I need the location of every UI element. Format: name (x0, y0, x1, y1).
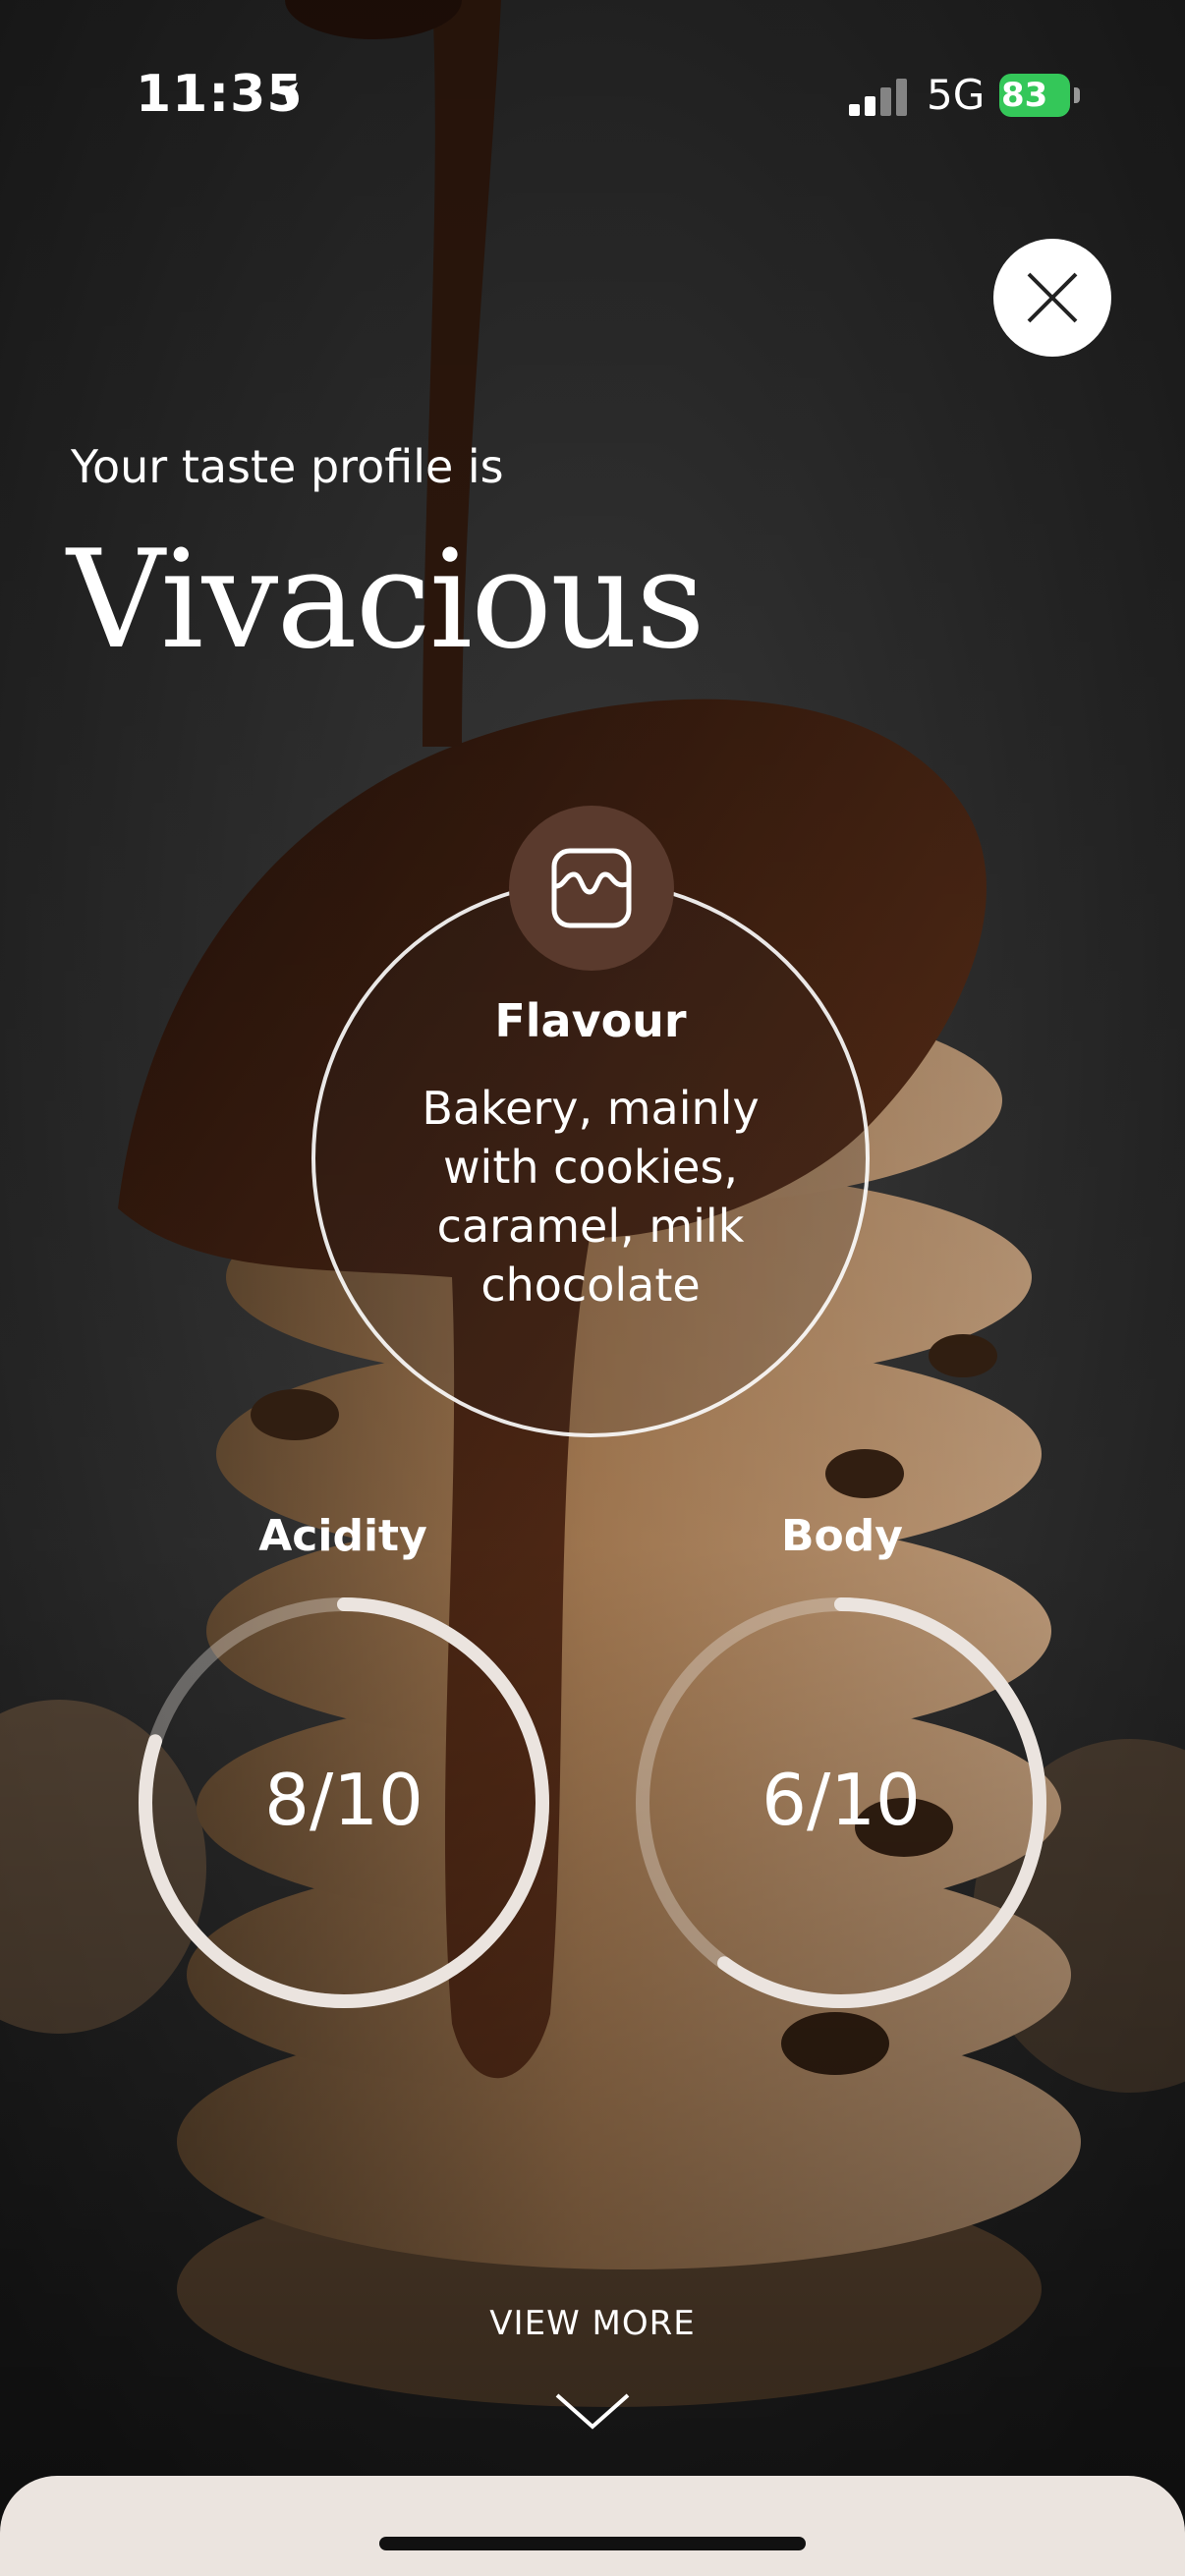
close-icon (1027, 272, 1078, 323)
flavour-icon-badge (509, 806, 674, 971)
close-button[interactable] (993, 239, 1111, 357)
status-bar: 11:35 5G 83 (0, 0, 1185, 196)
view-more-button[interactable]: VIEW MORE (0, 2304, 1185, 2343)
acidity-label: Acidity (258, 1511, 427, 1561)
profile-name: Vivacious (67, 521, 705, 679)
chevron-down-icon[interactable] (553, 2389, 632, 2433)
acidity-value: 8/10 (264, 1759, 423, 1841)
battery-level: 83 (1001, 76, 1048, 115)
flavour-title: Flavour (494, 994, 687, 1047)
body-label: Body (781, 1511, 903, 1561)
battery-icon: 83 (999, 74, 1082, 117)
bottom-sheet[interactable] (0, 2476, 1185, 2576)
location-arrow-icon (274, 83, 298, 106)
profile-subtitle: Your taste profile is (71, 440, 504, 493)
home-indicator (379, 2537, 806, 2550)
flavour-description: Bakery, mainly with cookies, caramel, mi… (422, 1082, 760, 1312)
signal-icon (849, 79, 907, 116)
body-value: 6/10 (762, 1759, 921, 1841)
network-type: 5G (927, 71, 986, 119)
flavour-icon (551, 848, 632, 928)
